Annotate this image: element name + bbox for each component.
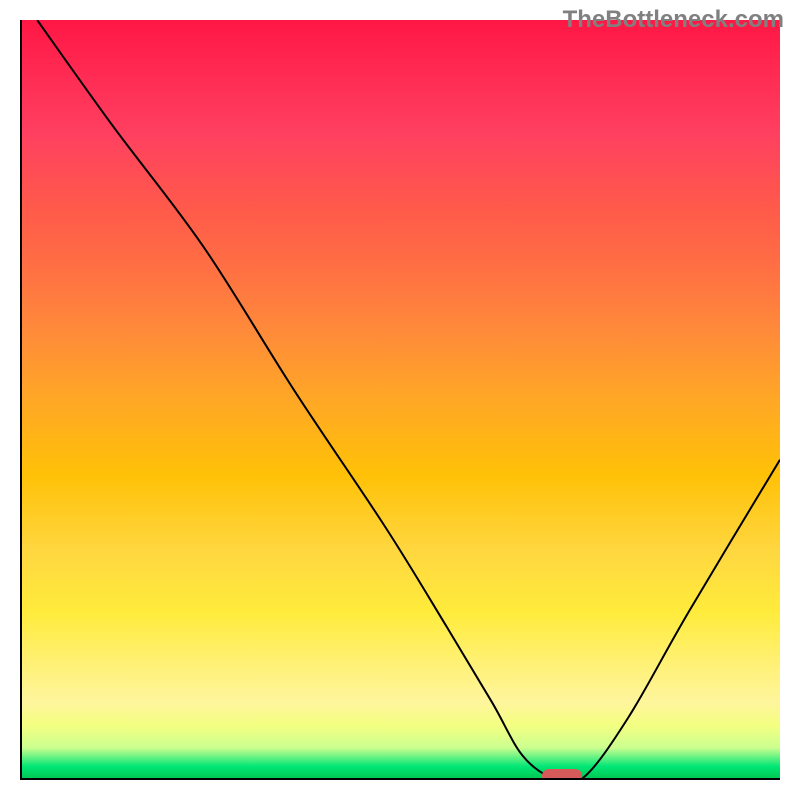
plot-area (20, 20, 780, 780)
bottleneck-curve (22, 20, 780, 778)
optimal-point-marker (542, 769, 582, 780)
watermark-text: TheBottleneck.com (563, 6, 784, 34)
